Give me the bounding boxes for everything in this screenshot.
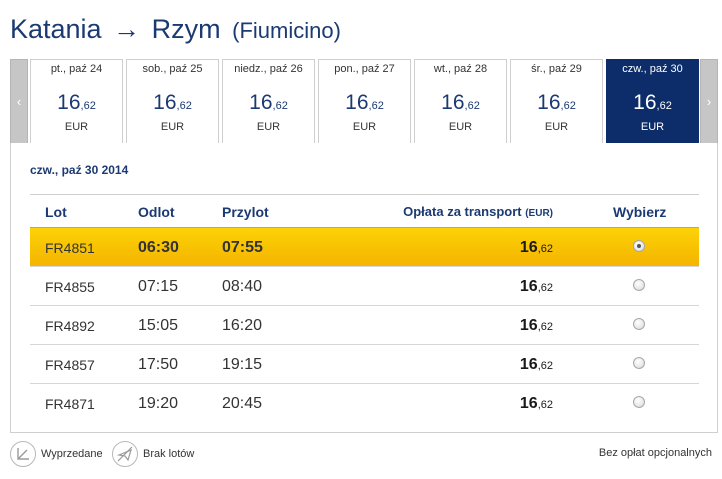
date-tile[interactable]: czw., paź 30 16,62 EUR [606, 59, 699, 144]
no-optional-fees-note: Bez opłat opcjonalnych [598, 447, 712, 459]
flight-row[interactable]: FR4857 17:50 19:15 16,62 [30, 344, 699, 383]
date-tile-price: 16,62 [537, 91, 576, 114]
flight-number: FR4855 [45, 279, 95, 295]
departure-time: 15:05 [138, 317, 179, 334]
date-tile-currency: EUR [64, 121, 89, 133]
flights-table: Lot Odlot Przylot Opłata za transport (E… [30, 194, 699, 422]
date-tile-label: pt., paź 24 [50, 63, 103, 75]
date-tile-price: 16,62 [633, 91, 672, 114]
date-tile[interactable]: pon., paź 27 16,62 EUR [318, 59, 411, 144]
flight-row[interactable]: FR4855 07:15 08:40 16,62 [30, 266, 699, 305]
route-origin: Katania [10, 14, 102, 44]
date-tile[interactable]: wt., paź 28 16,62 EUR [414, 59, 507, 144]
flight-select-radio[interactable] [633, 357, 645, 369]
plane-icon [112, 441, 138, 467]
date-tile-price: 16,62 [345, 91, 384, 114]
flight-fare: 16,62 [519, 278, 553, 295]
departure-time: 06:30 [138, 239, 179, 256]
date-tile[interactable]: pt., paź 24 16,62 EUR [30, 59, 123, 144]
flight-row[interactable]: FR4851 06:30 07:55 16,62 [30, 227, 699, 266]
flight-select-cell [633, 357, 645, 369]
header-flight: Lot [45, 204, 67, 220]
arrival-time: 20:45 [222, 395, 263, 412]
flight-row[interactable]: FR4871 19:20 20:45 16,62 [30, 383, 699, 422]
selected-date-heading: czw., paź 30 2014 [30, 163, 129, 177]
header-fare: Opłata za transport (EUR) [403, 204, 553, 219]
flight-number: FR4892 [45, 318, 95, 334]
date-tile-currency: EUR [160, 121, 185, 133]
route-title: Katania → Rzym (Fiumicino) [10, 14, 341, 45]
date-strip: ‹ pt., paź 24 16,62 EUR sob., paź 25 16,62 EU… [10, 59, 718, 144]
departure-time: 17:50 [138, 356, 179, 373]
arrival-time: 16:20 [222, 317, 263, 334]
route-arrow: → [113, 14, 141, 44]
legend: Wyprzedane Brak lotów Bez opłat opcjonal… [10, 441, 712, 469]
departure-time: 19:20 [138, 395, 179, 412]
flight-fare: 16,62 [519, 317, 553, 334]
date-tile-currency: EUR [640, 121, 665, 133]
departure-time: 07:15 [138, 278, 179, 295]
flight-row[interactable]: FR4892 15:05 16:20 16,62 [30, 305, 699, 344]
date-tile-currency: EUR [352, 121, 377, 133]
date-tile[interactable]: śr., paź 29 16,62 EUR [510, 59, 603, 144]
results-panel: czw., paź 30 2014 Lot Odlot Przylot Opła… [10, 143, 718, 433]
flight-select-cell [633, 240, 645, 252]
next-days-button[interactable]: › [700, 59, 718, 144]
flight-number: FR4871 [45, 396, 95, 412]
header-select: Wybierz [613, 204, 667, 220]
flight-number: FR4857 [45, 357, 95, 373]
date-tile-currency: EUR [544, 121, 569, 133]
legend-sold-out-label: Wyprzedane [41, 448, 103, 460]
legend-sold-out: Wyprzedane [10, 441, 103, 467]
arrival-time: 08:40 [222, 278, 263, 295]
flight-select-radio[interactable] [633, 396, 645, 408]
flight-fare: 16,62 [519, 395, 553, 412]
date-tile-label: sob., paź 25 [142, 63, 203, 75]
route-destination: Rzym [151, 14, 221, 44]
flight-select-radio[interactable] [633, 279, 645, 291]
date-tile[interactable]: niedz., paź 26 16,62 EUR [222, 59, 315, 144]
flight-select-cell [633, 279, 645, 291]
date-tile-label: czw., paź 30 [622, 63, 683, 75]
legend-no-flights-label: Brak lotów [143, 448, 195, 460]
arrival-time: 19:15 [222, 356, 263, 373]
flight-select-cell [633, 318, 645, 330]
date-tile-currency: EUR [256, 121, 281, 133]
date-tile-label: śr., paź 29 [531, 63, 582, 75]
flight-select-radio[interactable] [633, 240, 645, 252]
date-tile-price: 16,62 [441, 91, 480, 114]
flight-number: FR4851 [45, 240, 95, 256]
flight-fare: 16,62 [519, 239, 553, 256]
date-tile-label: niedz., paź 26 [234, 63, 303, 75]
route-airport: (Fiumicino) [232, 18, 341, 43]
prev-days-button[interactable]: ‹ [10, 59, 28, 144]
date-tile-label: pon., paź 27 [334, 63, 395, 75]
date-tile-label: wt., paź 28 [433, 63, 488, 75]
flight-fare: 16,62 [519, 356, 553, 373]
flights-table-header: Lot Odlot Przylot Opłata za transport (E… [30, 194, 699, 227]
header-arrival: Przylot [222, 204, 269, 220]
header-departure: Odlot [138, 204, 175, 220]
date-tile-currency: EUR [448, 121, 473, 133]
date-tile-price: 16,62 [153, 91, 192, 114]
date-tile-price: 16,62 [57, 91, 96, 114]
arrival-time: 07:55 [222, 239, 263, 256]
date-tile[interactable]: sob., paź 25 16,62 EUR [126, 59, 219, 144]
flight-select-radio[interactable] [633, 318, 645, 330]
flight-select-cell [633, 396, 645, 408]
sold-out-icon [10, 441, 36, 467]
legend-no-flights: Brak lotów [112, 441, 194, 467]
date-tile-price: 16,62 [249, 91, 288, 114]
